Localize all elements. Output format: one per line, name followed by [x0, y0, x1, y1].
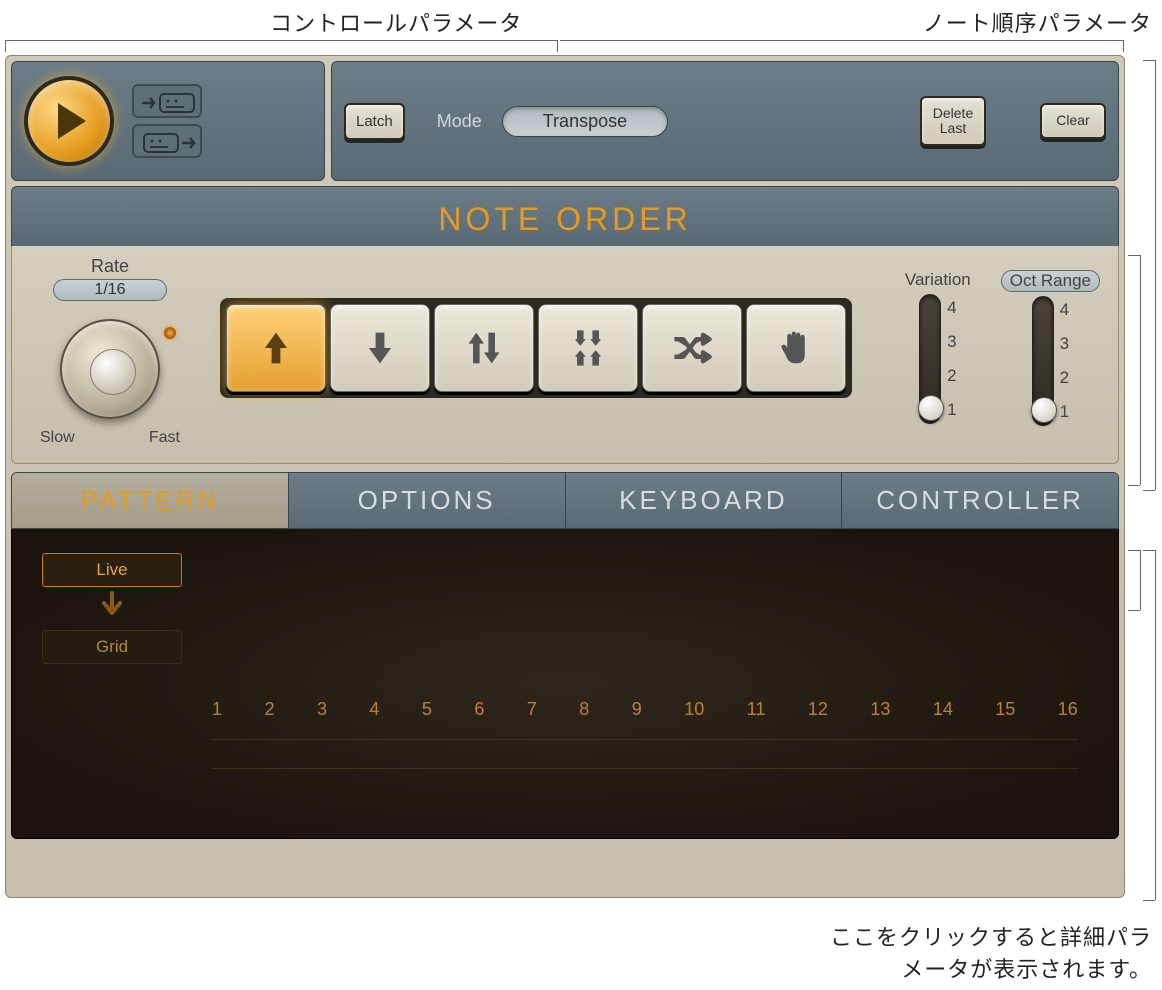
rate-slow-label: Slow [40, 429, 75, 447]
clear-button[interactable]: Clear [1040, 103, 1106, 138]
tick: 4 [1060, 300, 1069, 320]
step-num: 12 [808, 699, 828, 720]
step-num: 8 [579, 699, 589, 720]
step-num: 9 [632, 699, 642, 720]
tick: 4 [947, 298, 956, 318]
live-button[interactable]: Live [42, 553, 182, 587]
direction-updown-button[interactable] [434, 304, 534, 392]
annotation-advanced-hint: ここをクリックすると詳細パラ メータが表示されます。 [830, 920, 1152, 984]
variation-thumb[interactable] [918, 395, 944, 421]
variation-slider-col: Variation 4 3 2 1 [905, 270, 971, 426]
direction-random-button[interactable] [642, 304, 742, 392]
step-num: 6 [474, 699, 484, 720]
rate-knob-labels: Slow Fast [40, 429, 180, 447]
direction-asplayed-button[interactable] [746, 304, 846, 392]
arrow-converge-icon [566, 326, 610, 370]
control-panel [11, 61, 325, 181]
slider-group: Variation 4 3 2 1 Oct Range [905, 270, 1100, 426]
pattern-area: Live Grid 1 2 3 4 5 6 7 8 9 10 11 12 13 … [11, 529, 1119, 839]
step-grid-line[interactable] [212, 739, 1078, 769]
tick: 3 [947, 332, 956, 352]
arpeggiator-plugin: Latch Mode Transpose Delete Last Clear N… [5, 55, 1125, 898]
rate-knob[interactable] [60, 319, 160, 419]
annotation-control-params: コントロールパラメータ [270, 6, 522, 38]
live-to-grid-arrow-icon[interactable] [42, 587, 182, 630]
arrow-up-icon [254, 326, 298, 370]
direction-outin-button[interactable] [538, 304, 638, 392]
step-num: 2 [264, 699, 274, 720]
oct-range-slider-col: Oct Range 4 3 2 1 [1001, 270, 1100, 426]
step-numbers: 1 2 3 4 5 6 7 8 9 10 11 12 13 14 15 16 [212, 699, 1078, 720]
rate-value[interactable]: 1/16 [53, 279, 166, 301]
play-icon [58, 103, 86, 139]
rate-led [164, 327, 176, 339]
tab-options[interactable]: OPTIONS [288, 473, 565, 528]
oct-range-thumb[interactable] [1031, 397, 1057, 423]
play-button[interactable] [24, 76, 114, 166]
step-num: 11 [747, 699, 766, 720]
grid-button[interactable]: Grid [42, 630, 182, 664]
midi-in-icon[interactable] [132, 84, 202, 118]
midi-out-icon[interactable] [132, 124, 202, 158]
mode-panel: Latch Mode Transpose Delete Last Clear [331, 61, 1119, 181]
note-order-title: NOTE ORDER [11, 186, 1119, 246]
rate-label: Rate [91, 256, 129, 277]
step-num: 15 [995, 699, 1015, 720]
arrow-updown-icon [462, 326, 506, 370]
tick: 2 [947, 366, 956, 386]
rate-fast-label: Fast [149, 429, 180, 447]
step-num: 3 [317, 699, 327, 720]
arrow-down-icon [358, 326, 402, 370]
rate-section: Rate 1/16 Slow Fast [30, 256, 190, 439]
note-order-panel: Rate 1/16 Slow Fast [11, 246, 1119, 464]
latch-button[interactable]: Latch [344, 103, 405, 140]
shuffle-icon [670, 326, 714, 370]
step-num: 1 [212, 699, 222, 720]
mode-select[interactable]: Transpose [502, 106, 668, 137]
oct-range-slider[interactable] [1032, 296, 1054, 426]
tick: 1 [947, 400, 956, 420]
tab-pattern[interactable]: PATTERN [12, 473, 288, 528]
step-num: 16 [1058, 699, 1078, 720]
direction-buttons [220, 298, 852, 398]
rate-knob-wrap: Slow Fast [40, 309, 180, 439]
tab-controller[interactable]: CONTROLLER [841, 473, 1118, 528]
tick: 3 [1060, 334, 1069, 354]
tab-keyboard[interactable]: KEYBOARD [565, 473, 842, 528]
step-num: 14 [933, 699, 953, 720]
variation-label: Variation [905, 270, 971, 290]
annotation-advanced-line2: メータが表示されます。 [830, 952, 1152, 984]
variation-slider[interactable] [919, 294, 941, 424]
annotation-advanced-line1: ここをクリックすると詳細パラ [830, 920, 1152, 952]
tabs-row: PATTERN OPTIONS KEYBOARD CONTROLLER [11, 472, 1119, 529]
midi-capture-icons [132, 84, 202, 158]
tick: 2 [1060, 368, 1069, 388]
variation-slider-body: 4 3 2 1 [919, 294, 956, 424]
step-num: 13 [870, 699, 890, 720]
step-num: 5 [422, 699, 432, 720]
top-row: Latch Mode Transpose Delete Last Clear [6, 56, 1124, 186]
delete-last-button[interactable]: Delete Last [920, 96, 986, 147]
live-grid-toggle: Live Grid [42, 553, 182, 664]
tick: 1 [1060, 402, 1069, 422]
annotation-note-order-params: ノート順序パラメータ [923, 6, 1152, 38]
mode-label: Mode [437, 111, 482, 132]
oct-range-label[interactable]: Oct Range [1001, 270, 1100, 292]
step-num: 4 [369, 699, 379, 720]
step-num: 10 [684, 699, 704, 720]
step-num: 7 [527, 699, 537, 720]
direction-down-button[interactable] [330, 304, 430, 392]
direction-up-button[interactable] [226, 304, 326, 392]
variation-ticks: 4 3 2 1 [947, 294, 956, 424]
hand-icon [774, 326, 818, 370]
oct-range-ticks: 4 3 2 1 [1060, 296, 1069, 426]
oct-range-slider-body: 4 3 2 1 [1032, 296, 1069, 426]
